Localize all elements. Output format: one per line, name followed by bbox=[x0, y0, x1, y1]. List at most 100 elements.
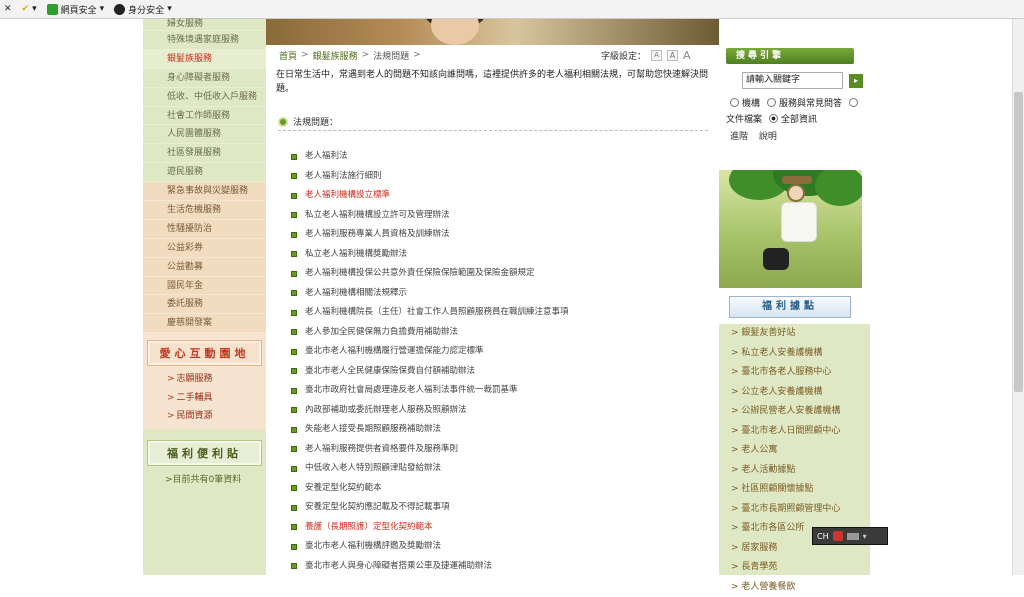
ime-toolbar[interactable]: CH ▾ bbox=[812, 527, 888, 545]
radio-service[interactable] bbox=[767, 98, 776, 107]
check-dropdown-icon[interactable]: ✔▾ bbox=[22, 4, 37, 14]
web-page: 婦女服務特殊境遇家庭服務銀髮族服務身心障礙者服務低收、中低收入戶服務社會工作師服… bbox=[143, 19, 870, 575]
welfare-point-link[interactable]: > 老人公寓 bbox=[719, 441, 870, 461]
web-safety-button[interactable]: 網頁安全▾ bbox=[47, 3, 105, 16]
nav-item[interactable]: 遊民服務 bbox=[143, 163, 266, 182]
law-item[interactable]: 老人福利機構相關法規釋示 bbox=[291, 284, 721, 304]
law-item[interactable]: 老人福利服務專業人員資格及訓練辦法 bbox=[291, 225, 721, 245]
law-item[interactable]: 老人福利法 bbox=[291, 147, 721, 167]
welfare-point-link[interactable]: > 公立老人安養護機構 bbox=[719, 383, 870, 403]
chevron-right-icon: > bbox=[167, 374, 175, 384]
intro-text: 在日常生活中，常遇到老人的問題不知該向誰問嗎，這裡提供許多的老人福利相關法規，可… bbox=[276, 68, 716, 96]
nav-item[interactable]: 生活危機服務 bbox=[143, 201, 266, 220]
law-item[interactable]: 私立老人福利機構獎勵辦法 bbox=[291, 245, 721, 265]
welfare-point-link[interactable]: > 私立老人安養護機構 bbox=[719, 344, 870, 364]
bullet-circle-icon bbox=[278, 117, 288, 127]
law-item[interactable]: 老人福利機構院長（主任）社會工作人員照顧服務員在職訓練注意事項 bbox=[291, 303, 721, 323]
menu-arrow-icon[interactable]: ▾ bbox=[863, 532, 867, 541]
breadcrumb-section-link[interactable]: 銀髮族服務 bbox=[313, 49, 358, 62]
nav-item[interactable]: 公益勸募 bbox=[143, 258, 266, 277]
chevron-right-icon: > bbox=[167, 393, 175, 403]
law-item[interactable]: 養護（長期照護）定型化契約範本 bbox=[291, 518, 721, 538]
nav-item[interactable]: 身心障礙者服務 bbox=[143, 69, 266, 88]
chevron-right-icon: > bbox=[731, 523, 741, 533]
law-item[interactable]: 私立老人福利機構設立許可及管理辦法 bbox=[291, 206, 721, 226]
scrollbar-thumb[interactable] bbox=[1014, 92, 1023, 392]
welfare-point-link[interactable]: > 臺北市各老人服務中心 bbox=[719, 363, 870, 383]
law-item[interactable]: 老人福利機構投保公共意外責任保險保險範圍及保險金額規定 bbox=[291, 264, 721, 284]
nav-item[interactable]: 社區發展服務 bbox=[143, 144, 266, 163]
font-small-button[interactable]: A bbox=[651, 50, 662, 61]
nav-item[interactable]: 緊急事故與災變服務 bbox=[143, 182, 266, 201]
chevron-right-icon: > bbox=[731, 582, 741, 592]
law-item[interactable]: 臺北市老人與身心障礙者搭乘公車及捷運補助辦法 bbox=[291, 557, 721, 577]
nav-item[interactable]: 國民年金 bbox=[143, 277, 266, 296]
law-item[interactable]: 臺北市政府社會局處理違反老人福利法事件統一裁罰基準 bbox=[291, 381, 721, 401]
welfare-point-link[interactable]: > 社區照顧關懷據點 bbox=[719, 480, 870, 500]
nav-item[interactable]: 委託服務 bbox=[143, 295, 266, 314]
font-medium-button[interactable]: A bbox=[667, 50, 678, 61]
nav-item[interactable]: 公益彩券 bbox=[143, 239, 266, 258]
law-item[interactable]: 老人參加全民健保無力負擔費用補助辦法 bbox=[291, 323, 721, 343]
law-item[interactable]: 老人福利服務提供者資格要件及服務準則 bbox=[291, 440, 721, 460]
radio-all[interactable] bbox=[769, 114, 778, 123]
interactive-link[interactable]: >民間資源 bbox=[143, 407, 266, 426]
law-item[interactable]: 臺北市老人福利機構評鑑及獎勵辦法 bbox=[291, 537, 721, 557]
bullet-icon bbox=[291, 271, 297, 277]
breadcrumb-home-link[interactable]: 首頁 bbox=[279, 49, 297, 62]
search-scope-row-1: 機構 服務與常見問答 bbox=[730, 96, 858, 109]
law-item[interactable]: 安養定型化契約範本 bbox=[291, 479, 721, 499]
search-input[interactable]: 請輸入關鍵字 bbox=[742, 72, 843, 89]
help-link[interactable]: 說明 bbox=[759, 132, 777, 142]
ime-mode-icon[interactable] bbox=[833, 531, 843, 541]
chevron-right-icon: > bbox=[731, 445, 741, 455]
law-item[interactable]: 老人福利法施行細則 bbox=[291, 167, 721, 187]
search-links: 進階 說明 bbox=[730, 129, 785, 142]
close-icon[interactable]: ✕ bbox=[4, 4, 12, 14]
welfare-point-link[interactable]: > 老人營養餐飲 bbox=[719, 578, 870, 597]
search-go-button[interactable]: ▸ bbox=[849, 74, 863, 88]
law-item[interactable]: 中低收入老人特別照顧津貼發給辦法 bbox=[291, 459, 721, 479]
law-item[interactable]: 臺北市老人福利機構履行營運擔保能力認定標準 bbox=[291, 342, 721, 362]
advanced-search-link[interactable]: 進階 bbox=[730, 132, 748, 142]
chevron-right-icon: > bbox=[731, 465, 741, 475]
data-count-text: >目前共有0筆資料 bbox=[143, 472, 266, 485]
browser-toolbar: ✕ ✔▾ 網頁安全▾ 身分安全▾ bbox=[0, 0, 1024, 19]
nav-item[interactable]: 低收、中低收入戶服務 bbox=[143, 88, 266, 107]
bullet-icon bbox=[291, 407, 297, 413]
keyboard-icon[interactable] bbox=[847, 533, 859, 540]
nav-item[interactable]: 婦女服務 bbox=[143, 19, 266, 31]
nav-item[interactable]: 社會工作師服務 bbox=[143, 107, 266, 126]
chevron-right-icon: > bbox=[731, 387, 741, 397]
welfare-point-link[interactable]: > 臺北市老人日間照顧中心 bbox=[719, 422, 870, 442]
law-item[interactable]: 失能老人接受長期照顧服務補助辦法 bbox=[291, 420, 721, 440]
font-large-button[interactable]: A bbox=[683, 49, 691, 62]
font-size-setting: 字級設定： A A A bbox=[601, 46, 691, 64]
identity-safety-button[interactable]: 身分安全▾ bbox=[114, 3, 172, 16]
nav-item[interactable]: 銀髮族服務 bbox=[143, 50, 266, 69]
welfare-point-link[interactable]: > 銀髮友善好站 bbox=[719, 324, 870, 344]
chevron-right-icon: > bbox=[731, 504, 741, 514]
welfare-box-title: 福利便利貼 bbox=[147, 440, 262, 466]
nav-item[interactable]: 人民團體服務 bbox=[143, 125, 266, 144]
nav-item[interactable]: 性騷擾防治 bbox=[143, 220, 266, 239]
bullet-icon bbox=[291, 212, 297, 218]
law-item[interactable]: 老人福利機構設立標準 bbox=[291, 186, 721, 206]
bullet-icon bbox=[291, 388, 297, 394]
radio-institution[interactable] bbox=[730, 98, 739, 107]
chevron-right-icon: > bbox=[731, 562, 741, 572]
laws-heading: 法規問題： bbox=[278, 115, 708, 131]
welfare-point-link[interactable]: > 公辦民營老人安養護機構 bbox=[719, 402, 870, 422]
nav-item[interactable]: 慶慈開發案 bbox=[143, 314, 266, 333]
radio-docs[interactable] bbox=[849, 98, 858, 107]
welfare-point-link[interactable]: > 臺北市長期照顧管理中心 bbox=[719, 500, 870, 520]
law-item[interactable]: 內政部補助或委託辦理老人服務及照顧辦法 bbox=[291, 401, 721, 421]
law-item[interactable]: 安養定型化契約應記載及不得記載事項 bbox=[291, 498, 721, 518]
welfare-point-link[interactable]: > 老人活動據點 bbox=[719, 461, 870, 481]
bullet-icon bbox=[291, 563, 297, 569]
nav-item[interactable]: 特殊境遇家庭服務 bbox=[143, 31, 266, 50]
interactive-link[interactable]: >志願服務 bbox=[143, 370, 266, 389]
chevron-right-icon: > bbox=[731, 484, 741, 494]
interactive-link[interactable]: >二手輔具 bbox=[143, 389, 266, 408]
law-item[interactable]: 臺北市老人全民健康保險保費自付額補助辦法 bbox=[291, 362, 721, 382]
